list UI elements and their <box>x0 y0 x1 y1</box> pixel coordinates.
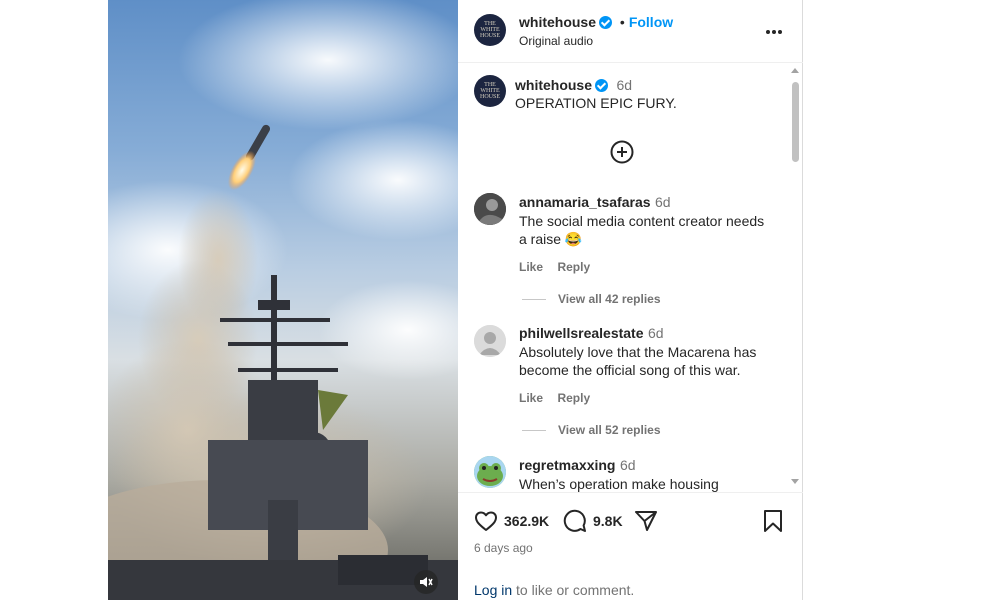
share-icon <box>635 511 657 531</box>
comment-like-button[interactable]: Like <box>519 260 543 274</box>
default-avatar-icon <box>474 325 506 357</box>
heart-icon <box>475 511 497 531</box>
more-icon <box>766 30 770 34</box>
avatar-logo-text: THE WHITE HOUSE <box>479 21 500 39</box>
login-prompt-text: to like or comment. <box>512 582 635 598</box>
comments-list[interactable]: THE WHITE HOUSE whitehouse 6d OPERATION … <box>458 63 803 492</box>
add-comment-icon <box>610 140 634 164</box>
user-photo-icon <box>474 193 506 225</box>
comment-time[interactable]: 6d <box>655 194 671 210</box>
bookmark-icon <box>764 510 782 532</box>
verified-badge-icon <box>595 79 609 92</box>
comment-username[interactable]: philwellsrealestate <box>519 325 644 341</box>
verified-badge-icon <box>599 16 613 29</box>
instagram-post-page: THE WHITE HOUSE whitehouse • Follow Origi… <box>0 0 1000 600</box>
comments-scrollbar[interactable] <box>790 66 800 490</box>
view-replies-button[interactable]: View all 52 replies <box>522 423 661 437</box>
like-button[interactable]: 362.9K <box>474 509 549 533</box>
post-header: THE WHITE HOUSE whitehouse • Follow Origi… <box>458 0 803 63</box>
comment-count[interactable]: 9.8K <box>593 513 623 529</box>
scroll-up-arrow-icon[interactable] <box>791 68 799 73</box>
comment-avatar[interactable] <box>474 456 506 488</box>
post-details-panel: THE WHITE HOUSE whitehouse • Follow Origi… <box>458 0 803 600</box>
comment-reply-button[interactable]: Reply <box>557 391 590 405</box>
post-timestamp[interactable]: 6 days ago <box>474 541 533 555</box>
comment-text-line1: Absolutely love that the Macarena has <box>519 344 757 360</box>
save-button[interactable] <box>762 509 784 533</box>
login-prompt: Log in to like or comment. <box>474 582 634 598</box>
frog-avatar-icon <box>474 456 506 488</box>
caption-text: OPERATION EPIC FURY. <box>515 95 677 111</box>
follow-button[interactable]: Follow <box>629 14 673 30</box>
audio-label[interactable]: Original audio <box>519 34 593 48</box>
post-actions-footer: 362.9K 9.8K 6 days ago Log in to like or… <box>458 492 803 600</box>
comment-time[interactable]: 6d <box>648 325 664 341</box>
view-replies-label: View all 52 replies <box>558 423 661 437</box>
comment-username[interactable]: annamaria_tsafaras <box>519 194 651 210</box>
replies-divider <box>522 429 546 431</box>
scroll-down-arrow-icon[interactable] <box>791 479 799 484</box>
share-button[interactable] <box>634 509 658 533</box>
comment-icon <box>563 509 586 532</box>
caption-avatar[interactable]: THE WHITE HOUSE <box>474 75 506 107</box>
author-username[interactable]: whitehouse <box>519 14 596 30</box>
login-link[interactable]: Log in <box>474 582 512 598</box>
like-count[interactable]: 362.9K <box>504 513 549 529</box>
video-frame-image <box>108 0 458 600</box>
comment-like-button[interactable]: Like <box>519 391 543 405</box>
mute-button[interactable] <box>414 570 438 594</box>
scrollbar-thumb[interactable] <box>792 82 799 162</box>
mute-icon <box>420 577 433 587</box>
comment-text-line1: The social media content creator needs <box>519 213 765 229</box>
post-video[interactable] <box>108 0 458 600</box>
comment-time[interactable]: 6d <box>620 457 636 473</box>
caption-username[interactable]: whitehouse <box>515 77 592 93</box>
caption-time[interactable]: 6d <box>616 77 632 93</box>
comment-text-line1: When’s operation make housing <box>519 476 719 492</box>
caption-avatar-logo-text: THE WHITE HOUSE <box>479 82 500 100</box>
view-replies-label: View all 42 replies <box>558 292 661 306</box>
load-more-comments-button[interactable] <box>610 140 634 164</box>
avatar[interactable]: THE WHITE HOUSE <box>474 14 506 46</box>
comment-text-line2: a raise 😂 <box>519 231 583 247</box>
comment-username[interactable]: regretmaxxing <box>519 457 615 473</box>
comment-button[interactable]: 9.8K <box>563 509 623 533</box>
comment-avatar[interactable] <box>474 325 506 357</box>
comment-text-line2: become the official song of this war. <box>519 362 741 378</box>
replies-divider <box>522 298 546 300</box>
view-replies-button[interactable]: View all 42 replies <box>522 292 661 306</box>
more-options-button[interactable] <box>764 22 784 42</box>
comment-avatar[interactable] <box>474 193 506 225</box>
comment-reply-button[interactable]: Reply <box>557 260 590 274</box>
separator-dot: • <box>619 14 625 30</box>
